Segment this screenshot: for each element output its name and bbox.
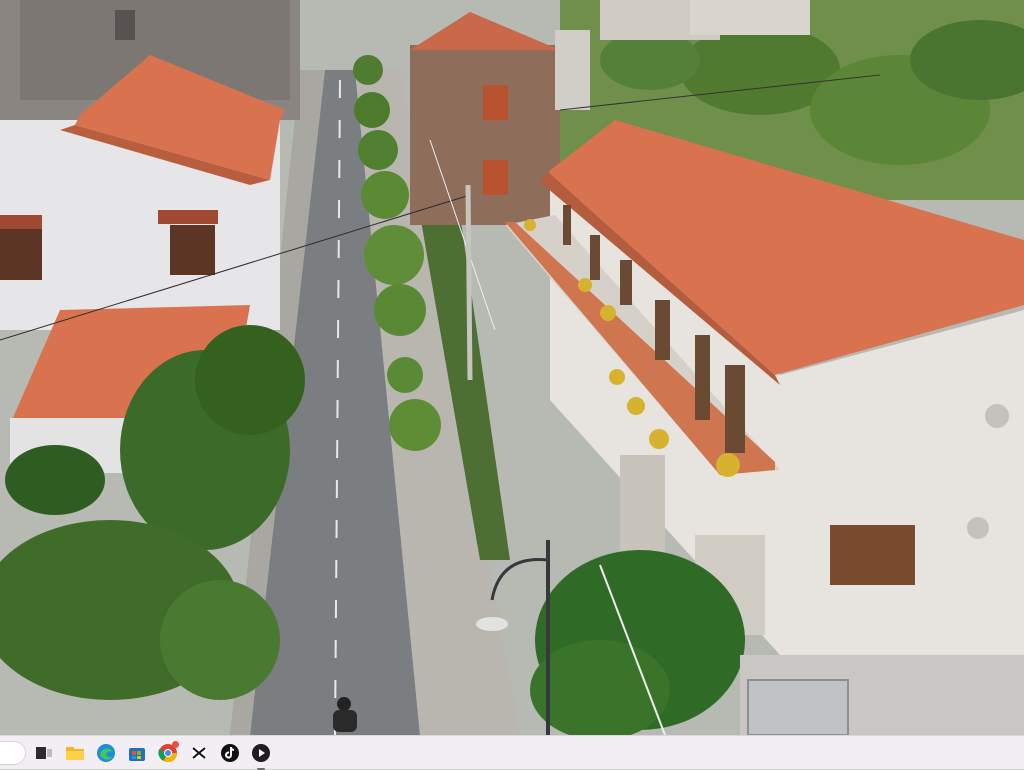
edge-browser-icon[interactable]	[93, 740, 119, 766]
notification-badge	[172, 740, 179, 748]
chrome-icon[interactable]	[155, 740, 181, 766]
tiktok-icon[interactable]	[217, 740, 243, 766]
street-scene-illustration	[0, 0, 1024, 735]
capcut-icon[interactable]	[186, 740, 212, 766]
media-player-icon[interactable]	[248, 740, 274, 770]
task-view-icon[interactable]	[31, 740, 57, 766]
search-pill-icon[interactable]	[0, 740, 26, 766]
aerial-street-photo	[0, 0, 1024, 735]
taskbar	[0, 735, 1024, 770]
folder-icon[interactable]	[62, 740, 88, 766]
store-icon[interactable]	[124, 740, 150, 766]
